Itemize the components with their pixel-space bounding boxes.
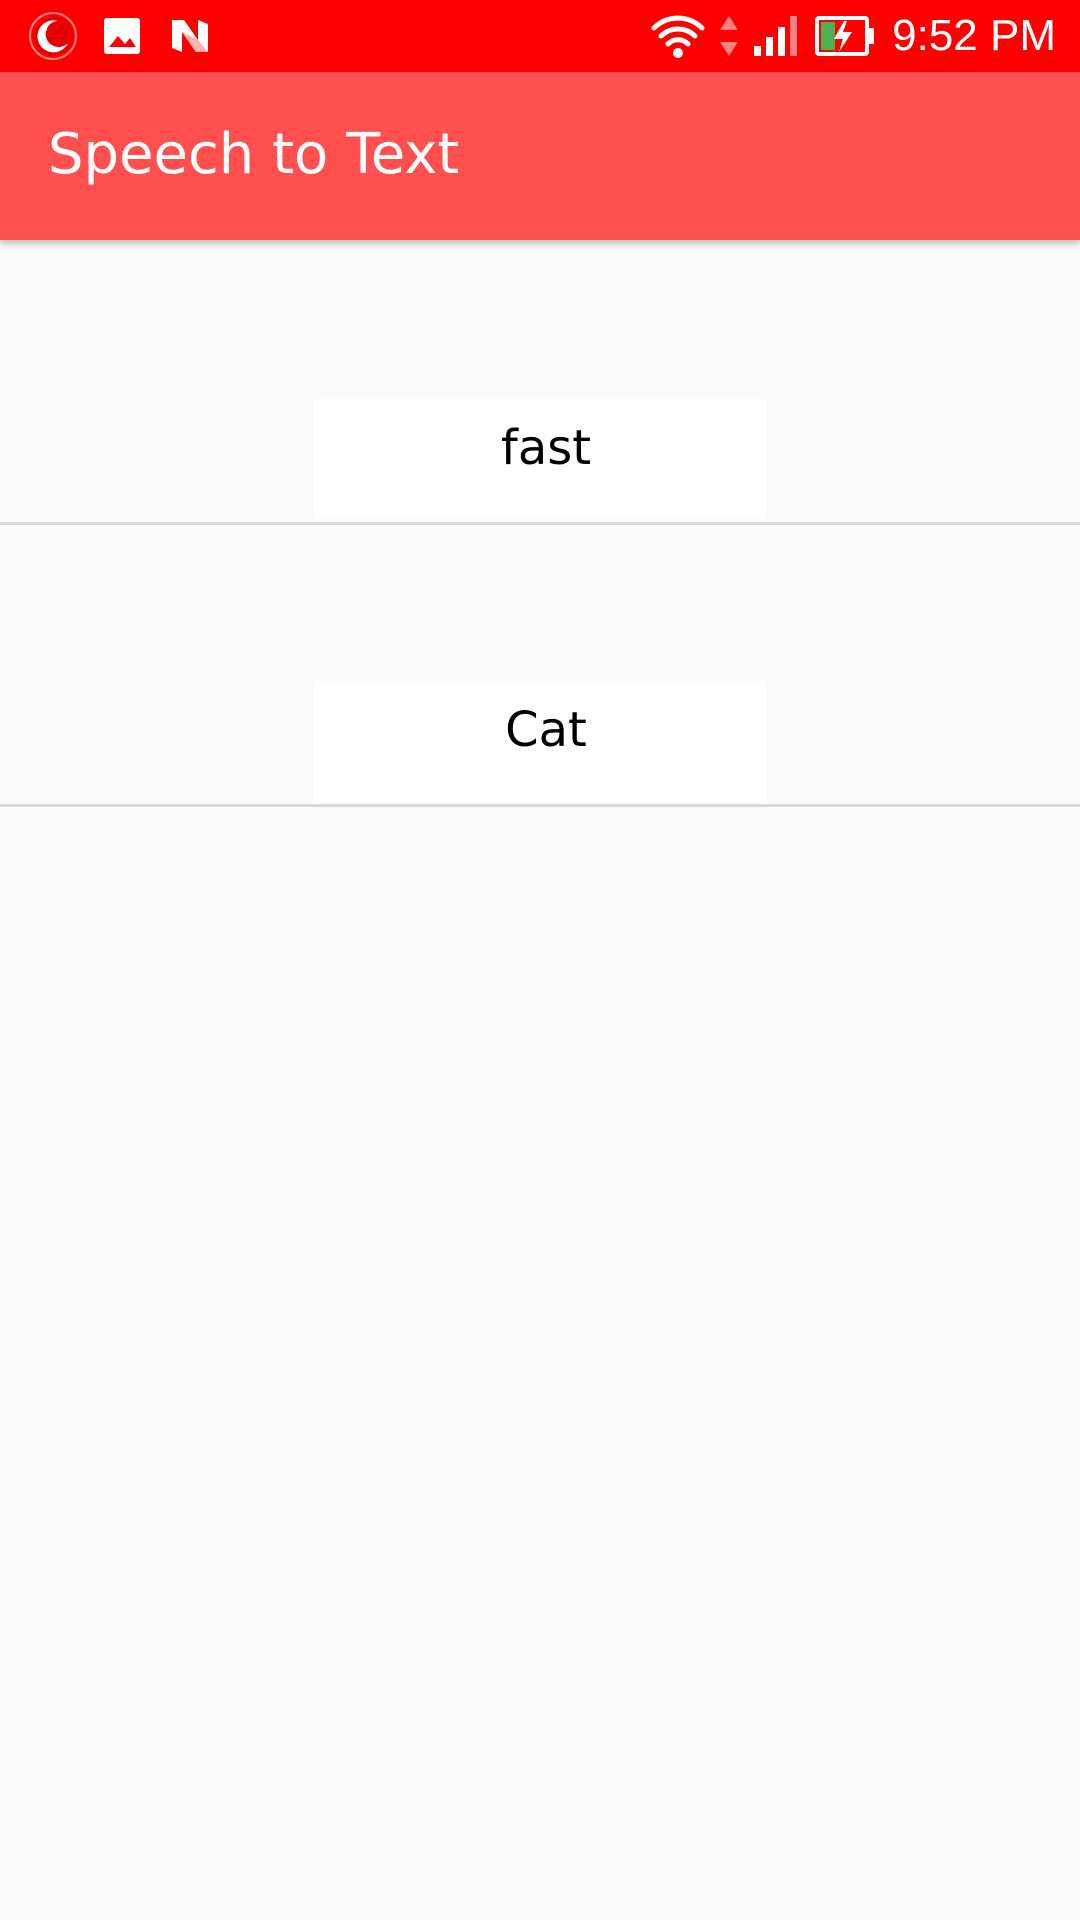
word-text: Cat	[505, 702, 587, 758]
data-arrows-icon	[718, 12, 740, 60]
status-bar-left	[28, 12, 214, 60]
word-list[interactable]: fast Cat	[0, 240, 1080, 1920]
cell-signal-icon	[752, 12, 802, 60]
status-bar-right: 9:52 PM	[650, 10, 1056, 62]
wifi-icon	[650, 12, 706, 60]
word-card[interactable]: fast	[315, 399, 765, 519]
list-item[interactable]: Cat	[0, 522, 1080, 807]
battery-charging-icon	[814, 12, 876, 60]
status-bar-clock: 9:52 PM	[892, 11, 1056, 60]
word-text: fast	[500, 420, 592, 476]
app-title: Speech to Text	[48, 122, 460, 187]
app-bar: Speech to Text	[0, 72, 1080, 240]
night-mode-icon	[28, 11, 78, 61]
gallery-icon	[100, 14, 144, 58]
status-bar: 9:52 PM	[0, 0, 1080, 72]
word-card[interactable]: Cat	[315, 681, 765, 801]
nfc-icon	[166, 14, 214, 58]
list-item[interactable]: fast	[0, 240, 1080, 525]
